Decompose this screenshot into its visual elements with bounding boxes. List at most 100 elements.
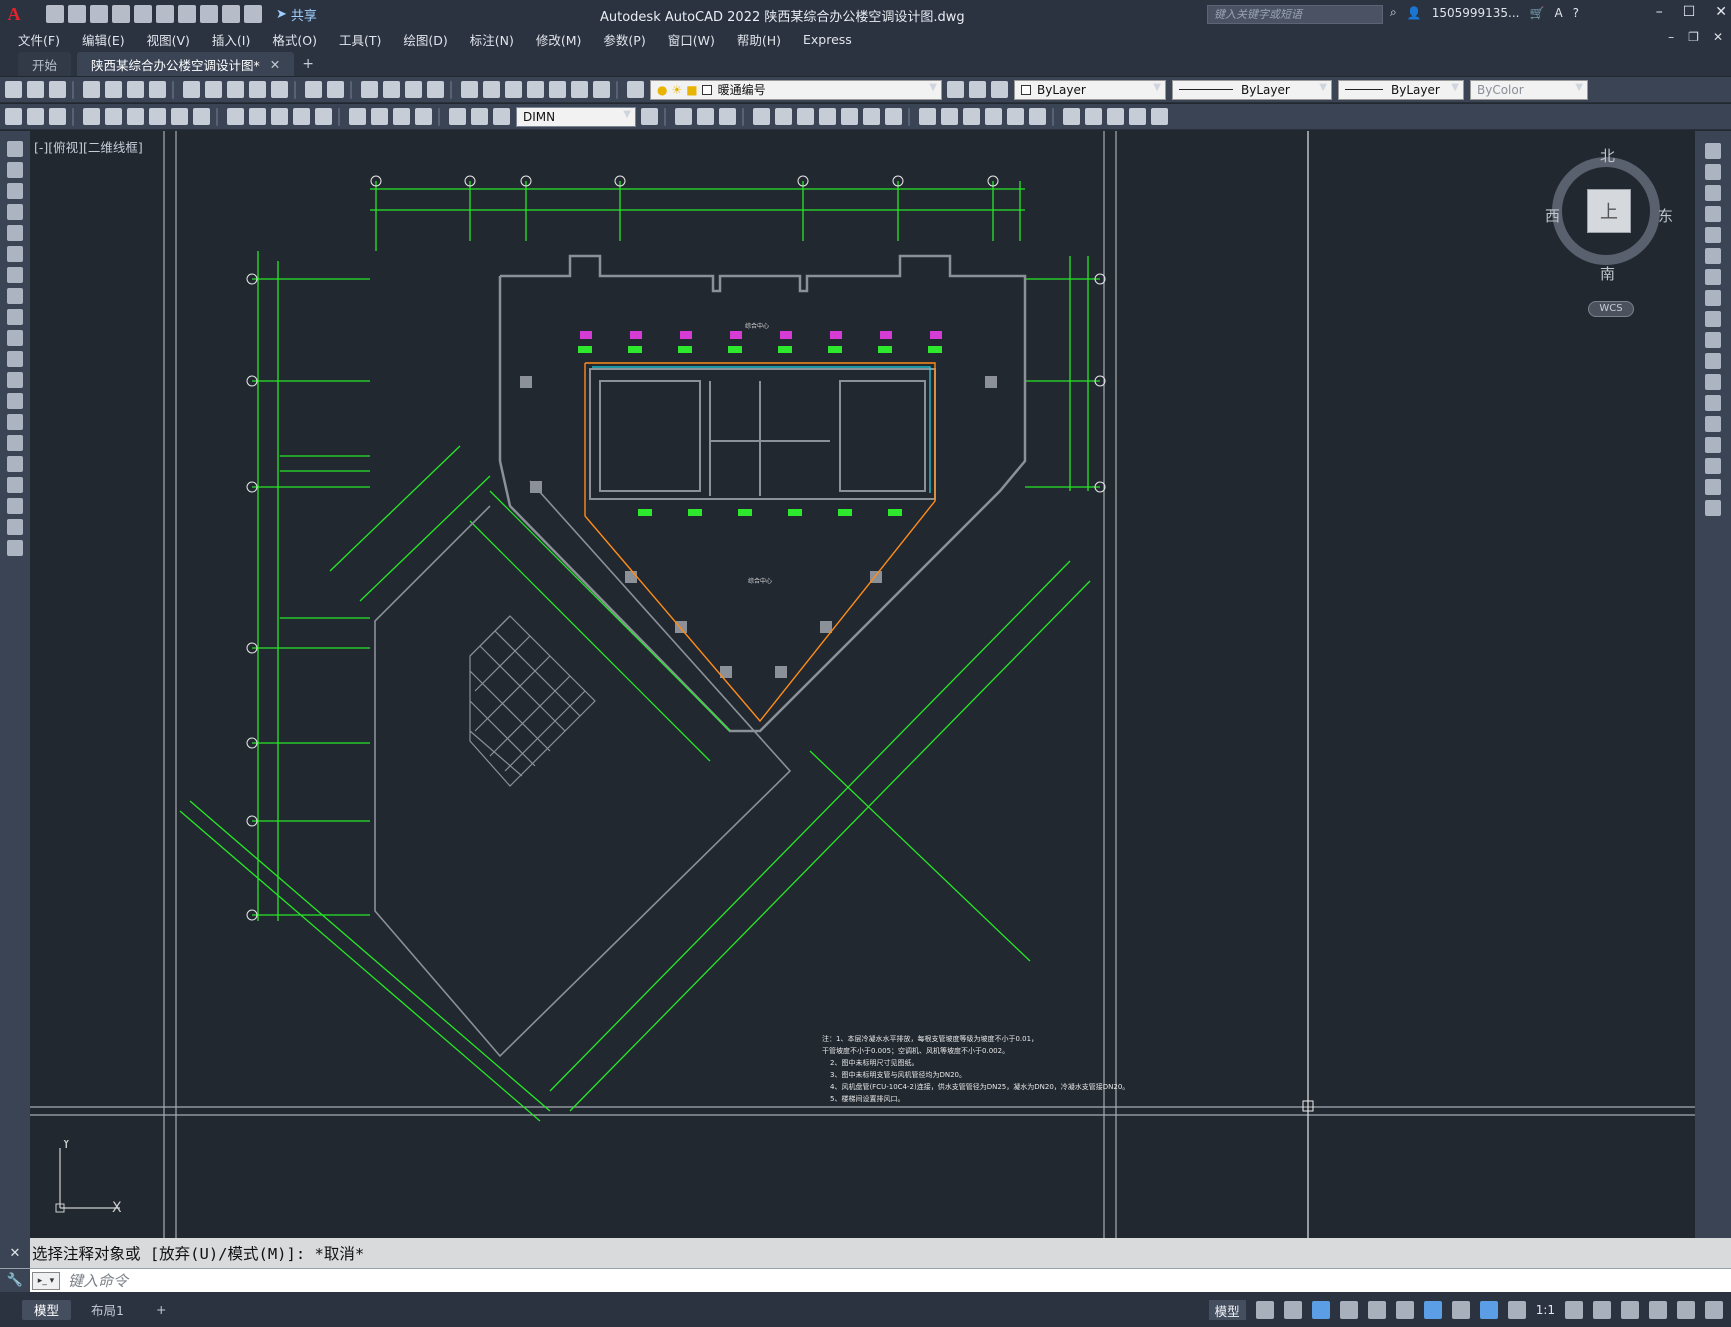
rectangle-icon[interactable] [7,225,23,241]
close-command-icon[interactable]: ✕ [10,1246,21,1261]
point-icon[interactable] [7,414,23,430]
move-dock-icon[interactable] [1705,248,1721,264]
spline-icon[interactable] [7,309,23,325]
annotation-visibility-icon[interactable] [1479,1301,1498,1319]
recent-commands-button[interactable]: ▸_ ▾ [32,1271,60,1290]
viewcube-top-face[interactable]: 上 [1587,189,1631,233]
dimstyle-select[interactable]: DIMN ▼ [516,106,636,127]
autocad-logo-icon[interactable]: A [0,0,28,28]
add-selected-icon[interactable] [7,540,23,556]
menu-draw[interactable]: 绘图(D) [403,30,447,49]
doc-close-icon[interactable]: ✕ [1713,30,1723,44]
circle-icon[interactable] [7,267,23,283]
add-layout-icon[interactable]: + [144,1300,178,1320]
extend-dock-icon[interactable] [1705,353,1721,369]
move-icon[interactable] [797,108,814,125]
new-tab-icon[interactable]: + [302,56,314,76]
scale-dock-icon[interactable] [1705,290,1721,306]
design-center-icon[interactable] [483,81,500,98]
explode-icon[interactable] [1029,108,1046,125]
viewport-controls-label[interactable]: [-][俯视][二维线框] [34,137,143,156]
copy-object-icon[interactable] [697,108,714,125]
polygon-icon[interactable] [7,204,23,220]
mirror-dock-icon[interactable] [1705,185,1721,201]
plotstyle-select[interactable]: ByColor ▼ [1470,79,1588,100]
menu-tools[interactable]: 工具(T) [339,30,381,49]
zoom-realtime-icon[interactable] [383,81,400,98]
publish-icon[interactable] [127,81,144,98]
auto-scale-icon[interactable] [1507,1301,1526,1319]
ortho-icon[interactable] [1311,1301,1330,1319]
compass-south[interactable]: 南 [1600,263,1615,284]
layer-properties-icon[interactable] [627,81,644,98]
annotation-scale[interactable]: 1:1 [1536,1303,1555,1317]
offset-dock-icon[interactable] [1705,206,1721,222]
dim-diameter-icon[interactable] [171,108,188,125]
help-toolbar-icon[interactable] [593,81,610,98]
isodraft-icon[interactable] [1367,1301,1386,1319]
dim-arc-icon[interactable] [83,108,100,125]
command-input[interactable] [68,1271,1568,1290]
dim-break-icon[interactable] [315,108,332,125]
units-icon[interactable] [1621,1301,1639,1319]
extend-icon[interactable] [919,108,936,125]
tab-start[interactable]: 开始 [18,52,72,76]
erase-dock-icon[interactable] [1705,143,1721,159]
save-toolbar-icon[interactable] [49,81,66,98]
menu-insert[interactable]: 插入(I) [212,30,250,49]
multiline-text-icon[interactable] [7,519,23,535]
chamfer-icon[interactable] [985,108,1002,125]
compass-west[interactable]: 西 [1545,205,1560,226]
isolate-objects-icon[interactable] [1649,1301,1667,1319]
lineweight-select[interactable]: ByLayer ▼ [1338,79,1464,100]
trim-dock-icon[interactable] [1705,332,1721,348]
copy-dock-icon[interactable] [1705,164,1721,180]
dim-update-icon[interactable] [493,108,510,125]
break-dock-icon[interactable] [1705,395,1721,411]
doc-restore-icon[interactable]: ❐ [1688,30,1699,44]
app-store-icon[interactable]: A [1554,6,1562,20]
make-block-icon[interactable] [7,393,23,409]
gradient-icon[interactable] [7,456,23,472]
object-snap-icon[interactable] [1423,1301,1442,1319]
hatch-icon[interactable] [7,435,23,451]
wrench-icon[interactable]: 🔧 [7,1273,23,1288]
menu-modify[interactable]: 修改(M) [536,30,582,49]
object-snap-tracking-icon[interactable] [1395,1301,1414,1319]
tool-palettes-icon[interactable] [505,81,522,98]
arc-icon[interactable] [7,246,23,262]
user-name[interactable]: 1505999135... [1432,6,1520,20]
qdim-icon[interactable] [227,108,244,125]
menu-file[interactable]: 文件(F) [18,30,60,49]
tolerance-icon[interactable] [349,108,366,125]
open-web-icon[interactable] [134,5,152,23]
break-point-dock-icon[interactable] [1705,374,1721,390]
quick-dimension-icon[interactable] [5,108,22,125]
save-icon[interactable] [90,5,108,23]
color-select[interactable]: ByLayer ▼ [1014,79,1166,100]
dim-ordinate-icon[interactable] [105,108,122,125]
fillet-icon[interactable] [1007,108,1024,125]
user-icon[interactable]: 👤 [1407,6,1422,20]
inspection-icon[interactable] [393,108,410,125]
zoom-window-icon[interactable] [405,81,422,98]
mirror-icon[interactable] [719,108,736,125]
menu-express[interactable]: Express [803,32,852,47]
tab-close-icon[interactable]: ✕ [270,57,280,72]
region-icon[interactable] [7,477,23,493]
drawing-svg[interactable]: 综合中心 综合中心 注：1、本层冷凝水水平排放，每根支管坡度等级为坡度不小于0.… [30,131,1695,1238]
redo-icon[interactable] [222,5,240,23]
calculator-icon[interactable] [571,81,588,98]
markup-icon[interactable] [549,81,566,98]
polyline-icon[interactable] [7,183,23,199]
array-icon[interactable] [775,108,792,125]
minimize-icon[interactable]: – [1656,4,1663,20]
construction-line-icon[interactable] [7,162,23,178]
tab-model[interactable]: 模型 [22,1299,72,1320]
undo-icon[interactable] [200,5,218,23]
dim-continue-icon[interactable] [271,108,288,125]
bring-front-icon[interactable] [1085,108,1102,125]
open-file-icon[interactable] [68,5,86,23]
revision-cloud-icon[interactable] [7,288,23,304]
chamfer-dock-icon[interactable] [1705,437,1721,453]
